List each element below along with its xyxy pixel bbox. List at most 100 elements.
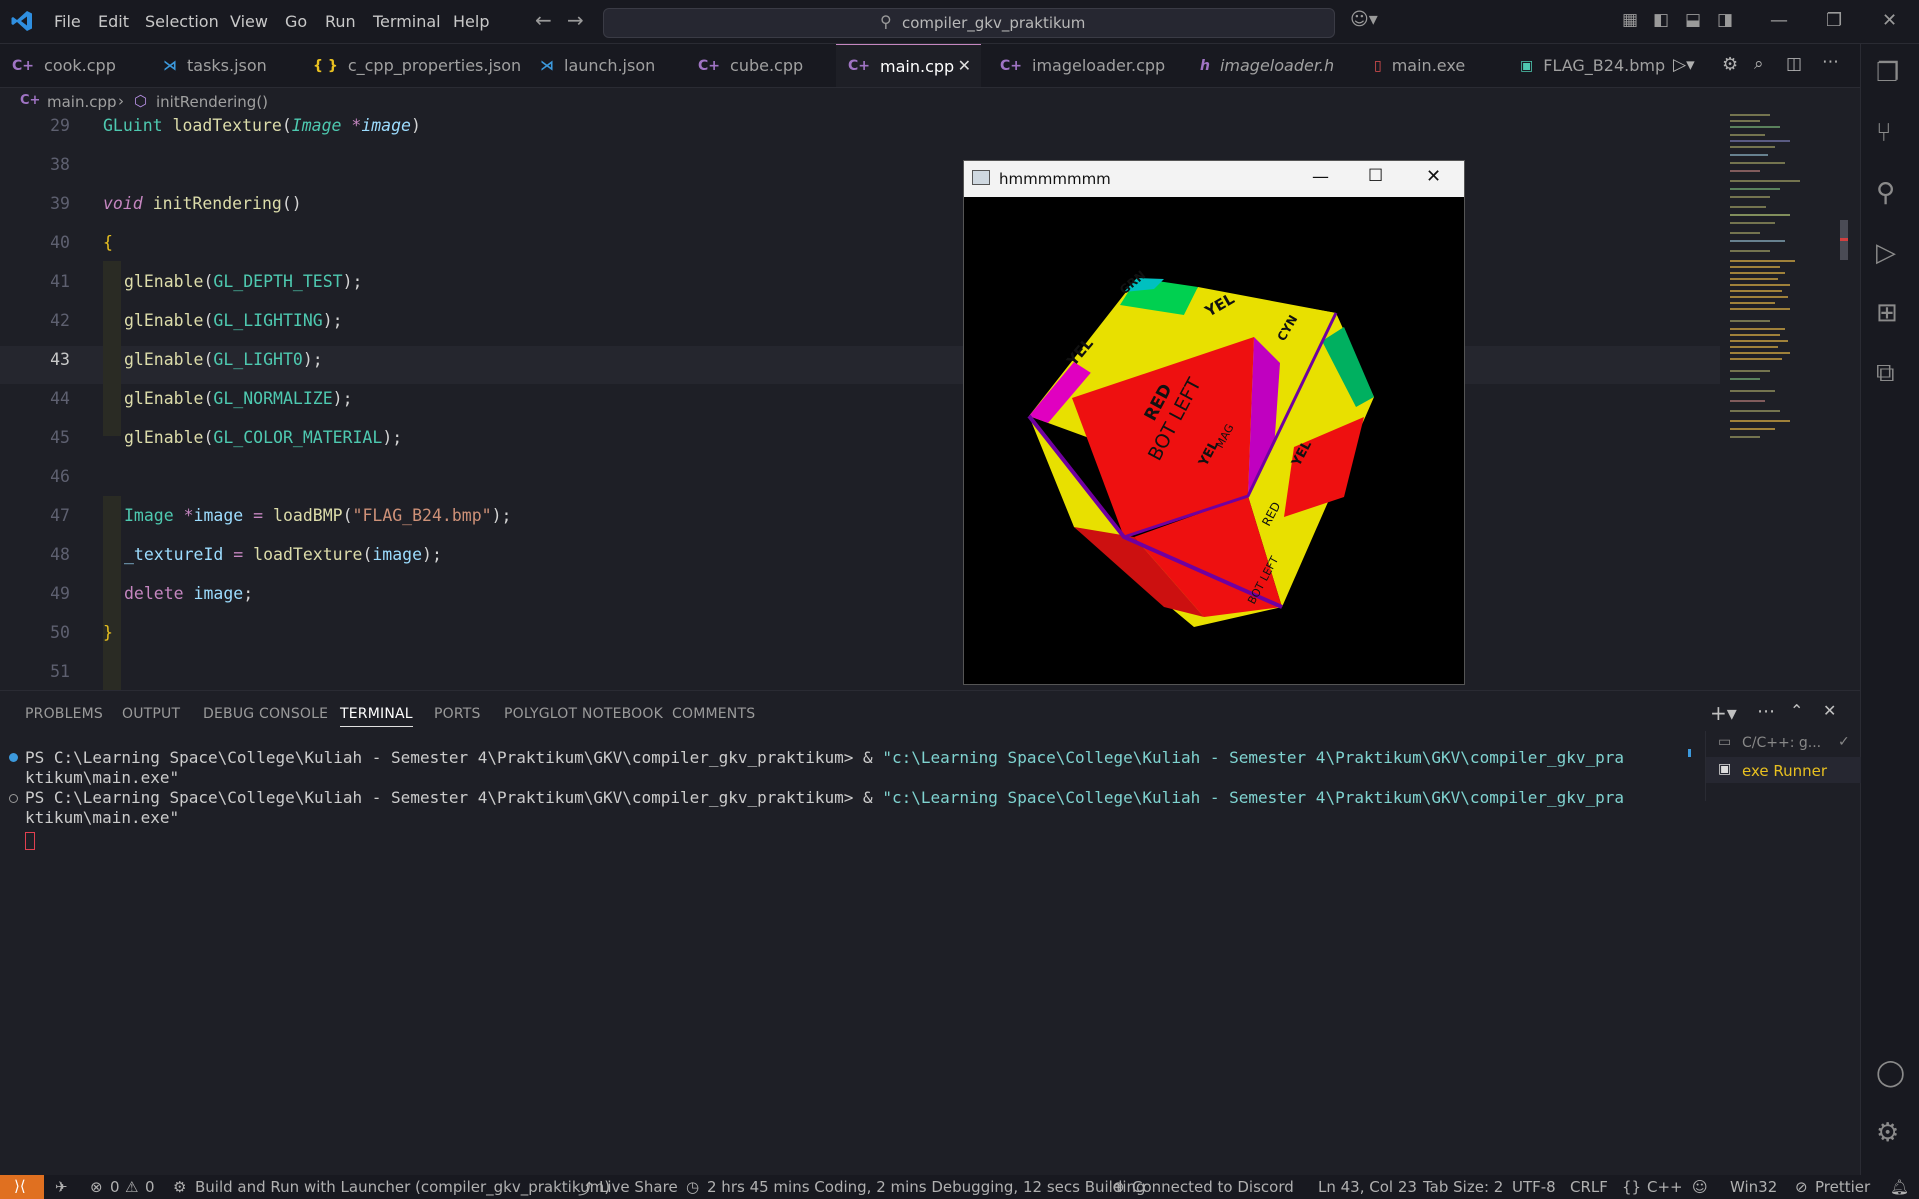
rocket-icon[interactable]: ✈ xyxy=(55,1178,68,1196)
remote-indicator[interactable]: ⟩⟨ xyxy=(0,1175,44,1199)
back-arrow-icon[interactable]: ← xyxy=(535,8,552,32)
editor-tab-bar: C+ cook.cpp ⋊ tasks.json { } c_cpp_properti… xyxy=(0,44,1860,88)
errors-icon[interactable]: ⊗ xyxy=(90,1178,103,1196)
language-mode[interactable]: C++ xyxy=(1647,1178,1683,1196)
vscode-file-icon: ⋊ xyxy=(163,57,177,74)
maximize-icon[interactable]: ☐ xyxy=(1368,166,1383,186)
panel-tab-comments[interactable]: COMMENTS xyxy=(672,706,755,722)
line-ending[interactable]: CRLF xyxy=(1570,1178,1608,1196)
close-window-icon[interactable]: ✕ xyxy=(1426,166,1441,187)
opengl-window[interactable]: hmmmmmmm — ☐ ✕ YEL YEL RED BOT LEFT GRN … xyxy=(963,160,1465,685)
command-center-search[interactable]: ⚲ compiler_gkv_praktikum xyxy=(603,8,1335,38)
new-terminal-icon[interactable]: +▾ xyxy=(1710,701,1737,725)
toggle-sidebar-icon[interactable]: ◧ xyxy=(1653,10,1669,30)
customize-layout-icon[interactable]: ▦ xyxy=(1622,10,1638,30)
panel-tab-debug-console[interactable]: DEBUG CONSOLE xyxy=(203,706,328,722)
tab-main-cpp[interactable]: C+ main.cpp ✕ xyxy=(836,44,981,87)
tab-c-cpp-properties[interactable]: { } c_cpp_properties.json xyxy=(313,44,521,87)
notifications-icon[interactable]: 🔔︎ xyxy=(1890,1178,1909,1196)
menu-edit[interactable]: Edit xyxy=(98,12,129,31)
opengl-window-titlebar[interactable]: hmmmmmmm — ☐ ✕ xyxy=(964,161,1464,197)
gear-icon[interactable]: ⚙ xyxy=(1722,54,1738,75)
manage-gear-icon[interactable]: ⚙ xyxy=(1876,1118,1899,1148)
tab-flag-bmp[interactable]: ▣ FLAG_B24.bmp xyxy=(1520,44,1665,87)
line-number: 47 xyxy=(50,506,70,525)
error-count[interactable]: 0 xyxy=(110,1178,120,1196)
panel-tab-terminal[interactable]: TERMINAL xyxy=(340,706,413,727)
source-control-icon[interactable]: ⑂ xyxy=(1876,118,1892,148)
panel-tab-output[interactable]: OUTPUT xyxy=(122,706,180,722)
panel-tab-problems[interactable]: PROBLEMS xyxy=(25,706,103,722)
code-line: _textureId = loadTexture(image); xyxy=(124,545,442,564)
tab-cook-cpp[interactable]: C+ cook.cpp xyxy=(12,44,116,87)
explorer-icon[interactable]: ❐ xyxy=(1876,58,1899,88)
scroll-marker xyxy=(1688,749,1691,757)
tab-size[interactable]: Tab Size: 2 xyxy=(1423,1178,1503,1196)
tab-launch-json[interactable]: ⋊ launch.json xyxy=(540,44,655,87)
tab-imageloader-h[interactable]: h imageloader.h xyxy=(1200,44,1334,87)
menu-terminal[interactable]: Terminal xyxy=(373,12,441,31)
terminal-list-item[interactable]: ▭ C/C++: g... ✓ xyxy=(1706,731,1861,755)
tab-tasks-json[interactable]: ⋊ tasks.json xyxy=(163,44,267,87)
toggle-secondary-sidebar-icon[interactable]: ◨ xyxy=(1717,10,1733,30)
run-icon[interactable]: ▷▾ xyxy=(1673,55,1695,75)
prettier[interactable]: Prettier xyxy=(1815,1178,1870,1196)
close-tab-icon[interactable]: ✕ xyxy=(958,56,971,75)
close-panel-icon[interactable]: ✕ xyxy=(1823,701,1836,720)
tab-imageloader-cpp[interactable]: C+ imageloader.cpp xyxy=(1000,44,1165,87)
maximize-panel-icon[interactable]: ⌃ xyxy=(1790,701,1803,720)
discord-status[interactable]: Connected to Discord xyxy=(1132,1178,1294,1196)
menu-go[interactable]: Go xyxy=(285,12,307,31)
terminal-line-cont: ktikum\main.exe" xyxy=(25,768,180,787)
more-actions-icon[interactable]: ⋯ xyxy=(1757,701,1775,722)
copilot-icon[interactable]: ☺▾ xyxy=(1350,9,1378,30)
cursor-position[interactable]: Ln 43, Col 23 xyxy=(1318,1178,1417,1196)
encoding[interactable]: UTF-8 xyxy=(1512,1178,1556,1196)
tab-main-exe[interactable]: ▯ main.exe xyxy=(1374,44,1465,87)
copilot-icon[interactable]: ☺ xyxy=(1692,1178,1708,1196)
code-line: delete image; xyxy=(124,584,254,603)
terminal-icon: ▣ xyxy=(1718,761,1732,777)
platform[interactable]: Win32 xyxy=(1730,1178,1777,1196)
tab-label: cube.cpp xyxy=(730,56,804,75)
panel-tab-ports[interactable]: PORTS xyxy=(434,706,481,722)
menu-view[interactable]: View xyxy=(230,12,268,31)
panel-tab-polyglot[interactable]: POLYGLOT NOTEBOOK xyxy=(504,706,663,722)
menu-file[interactable]: File xyxy=(54,12,81,31)
breadcrumb-symbol[interactable]: initRendering() xyxy=(156,93,268,111)
tab-cube-cpp[interactable]: C+ cube.cpp xyxy=(698,44,803,87)
image-file-icon: ▣ xyxy=(1520,57,1534,74)
terminal-line: PS C:\Learning Space\College\Kuliah - Se… xyxy=(25,788,1625,807)
launch-config[interactable]: Build and Run with Launcher (compiler_gk… xyxy=(195,1178,610,1196)
live-share[interactable]: Live Share xyxy=(599,1178,678,1196)
minimize-icon[interactable]: — xyxy=(1312,167,1329,187)
more-actions-icon[interactable]: ⋯ xyxy=(1822,52,1839,72)
minimize-icon[interactable]: — xyxy=(1770,10,1788,31)
terminal-list-item-active[interactable]: ▣ exe Runner xyxy=(1706,757,1861,783)
search-icon[interactable]: ⚲ xyxy=(1876,178,1895,208)
breadcrumb-file[interactable]: main.cpp xyxy=(47,93,117,111)
line-number: 50 xyxy=(50,623,70,642)
warning-count[interactable]: 0 xyxy=(145,1178,155,1196)
forward-arrow-icon[interactable]: → xyxy=(567,8,584,32)
restore-icon[interactable]: ❐ xyxy=(1826,10,1842,31)
terminal-line-cont: ktikum\main.exe" xyxy=(25,808,180,827)
menu-run[interactable]: Run xyxy=(325,12,356,31)
menu-selection[interactable]: Selection xyxy=(145,12,219,31)
bottom-panel: PROBLEMS OUTPUT DEBUG CONSOLE TERMINAL P… xyxy=(0,690,1861,1176)
tab-label: imageloader.h xyxy=(1219,56,1335,75)
split-editor-icon[interactable]: ◫ xyxy=(1786,54,1802,74)
wakatime[interactable]: 2 hrs 45 mins Coding, 2 mins Debugging, … xyxy=(707,1178,1146,1196)
code-line: glEnable(GL_LIGHTING); xyxy=(124,311,343,330)
inspect-icon[interactable]: ⌕ xyxy=(1754,54,1764,74)
remote-explorer-icon[interactable]: ⧉ xyxy=(1876,358,1895,389)
minimap[interactable] xyxy=(1728,110,1848,490)
warning-icon[interactable]: ⚠ xyxy=(125,1178,138,1196)
run-debug-icon[interactable]: ▷ xyxy=(1876,238,1896,268)
close-window-icon[interactable]: ✕ xyxy=(1882,10,1897,31)
extensions-icon[interactable]: ⊞ xyxy=(1876,298,1898,328)
account-icon[interactable]: ◯ xyxy=(1876,1058,1905,1088)
menu-help[interactable]: Help xyxy=(453,12,489,31)
toggle-panel-icon[interactable]: ⬓ xyxy=(1685,10,1701,30)
chevron-right-icon: › xyxy=(118,92,124,110)
